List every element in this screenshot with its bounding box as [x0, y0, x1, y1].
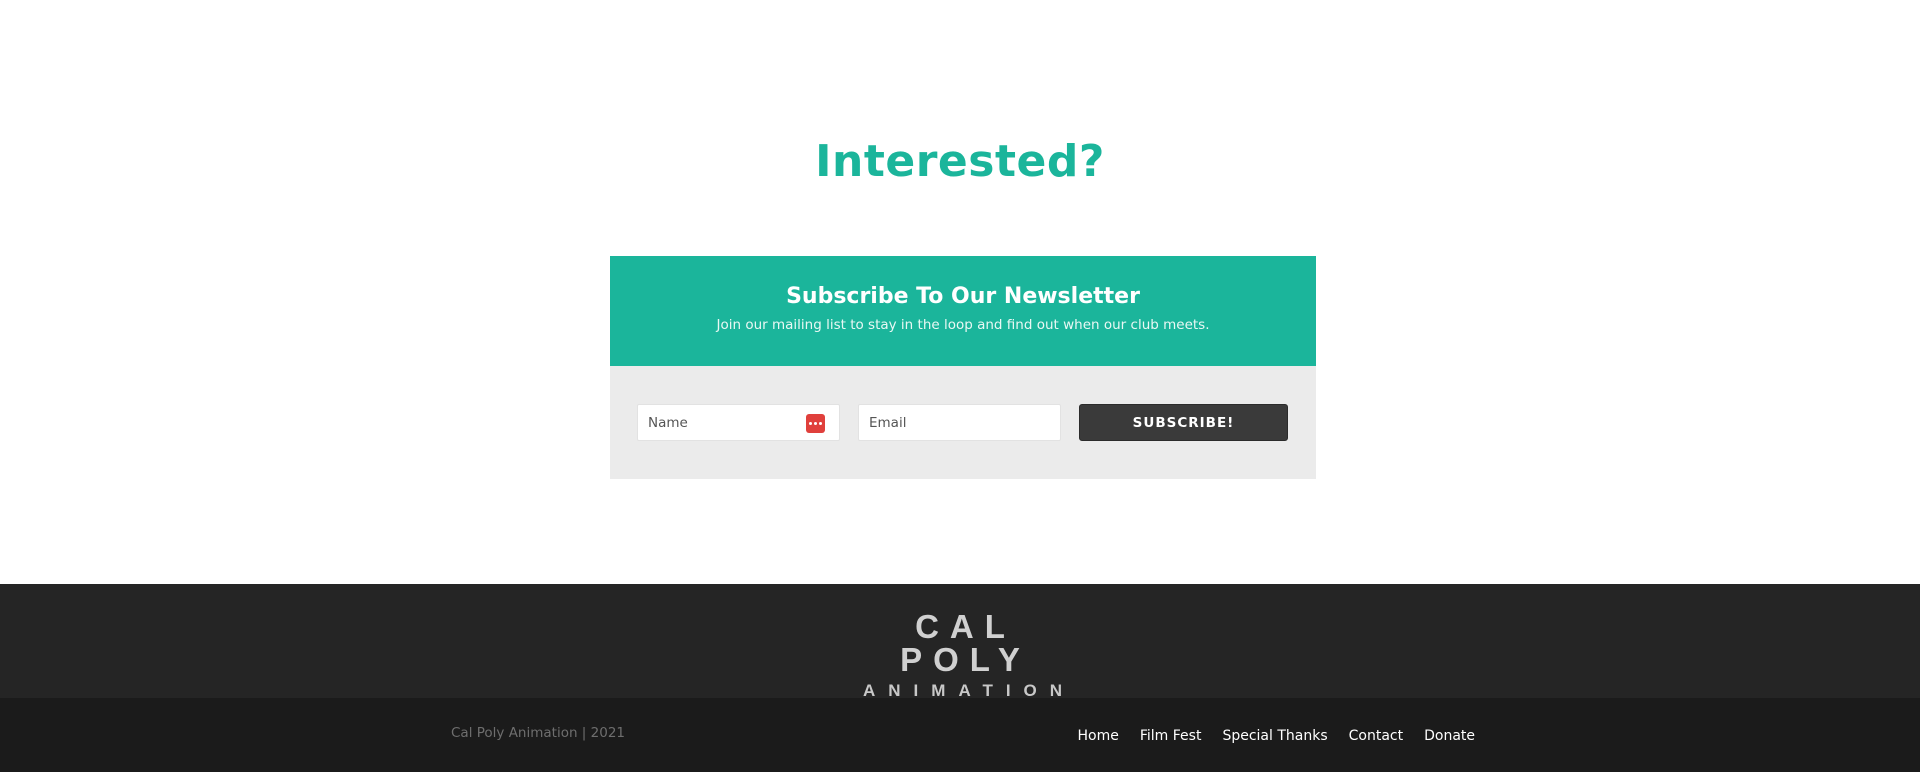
cal-poly-animation-logo[interactable]: CAL POLY ANIMATION — [850, 610, 1070, 699]
copyright-text: Cal Poly Animation | 2021 — [451, 725, 626, 741]
newsletter-body: SUBSCRIBE! — [610, 366, 1316, 479]
password-manager-icon[interactable] — [806, 414, 825, 433]
logo-line1: CAL POLY — [900, 608, 1031, 678]
newsletter-description: Join our mailing list to stay in the loo… — [716, 317, 1210, 334]
footer-bottom-bar: Cal Poly Animation | 2021 Home Film Fest… — [0, 698, 1920, 772]
page-heading: Interested? — [815, 136, 1105, 187]
logo-line2: ANIMATION — [863, 681, 1076, 700]
subscribe-button[interactable]: SUBSCRIBE! — [1079, 404, 1288, 441]
footer-nav-special-thanks[interactable]: Special Thanks — [1222, 728, 1327, 744]
newsletter-title: Subscribe To Our Newsletter — [786, 284, 1140, 309]
name-input[interactable] — [648, 405, 803, 440]
page: Interested? Subscribe To Our Newsletter … — [0, 0, 1920, 772]
footer-nav-film-fest[interactable]: Film Fest — [1140, 728, 1202, 744]
footer-nav-donate[interactable]: Donate — [1424, 728, 1475, 744]
newsletter-header: Subscribe To Our Newsletter Join our mai… — [610, 256, 1316, 366]
footer-logo-bar: CAL POLY ANIMATION — [0, 584, 1920, 699]
newsletter-form: Subscribe To Our Newsletter Join our mai… — [610, 256, 1316, 479]
name-field[interactable] — [637, 404, 840, 441]
email-field[interactable] — [858, 404, 1061, 441]
footer-nav-contact[interactable]: Contact — [1349, 728, 1403, 744]
email-input[interactable] — [869, 405, 1060, 440]
footer-nav-home[interactable]: Home — [1078, 728, 1119, 744]
footer-nav: Home Film Fest Special Thanks Contact Do… — [1078, 728, 1475, 744]
